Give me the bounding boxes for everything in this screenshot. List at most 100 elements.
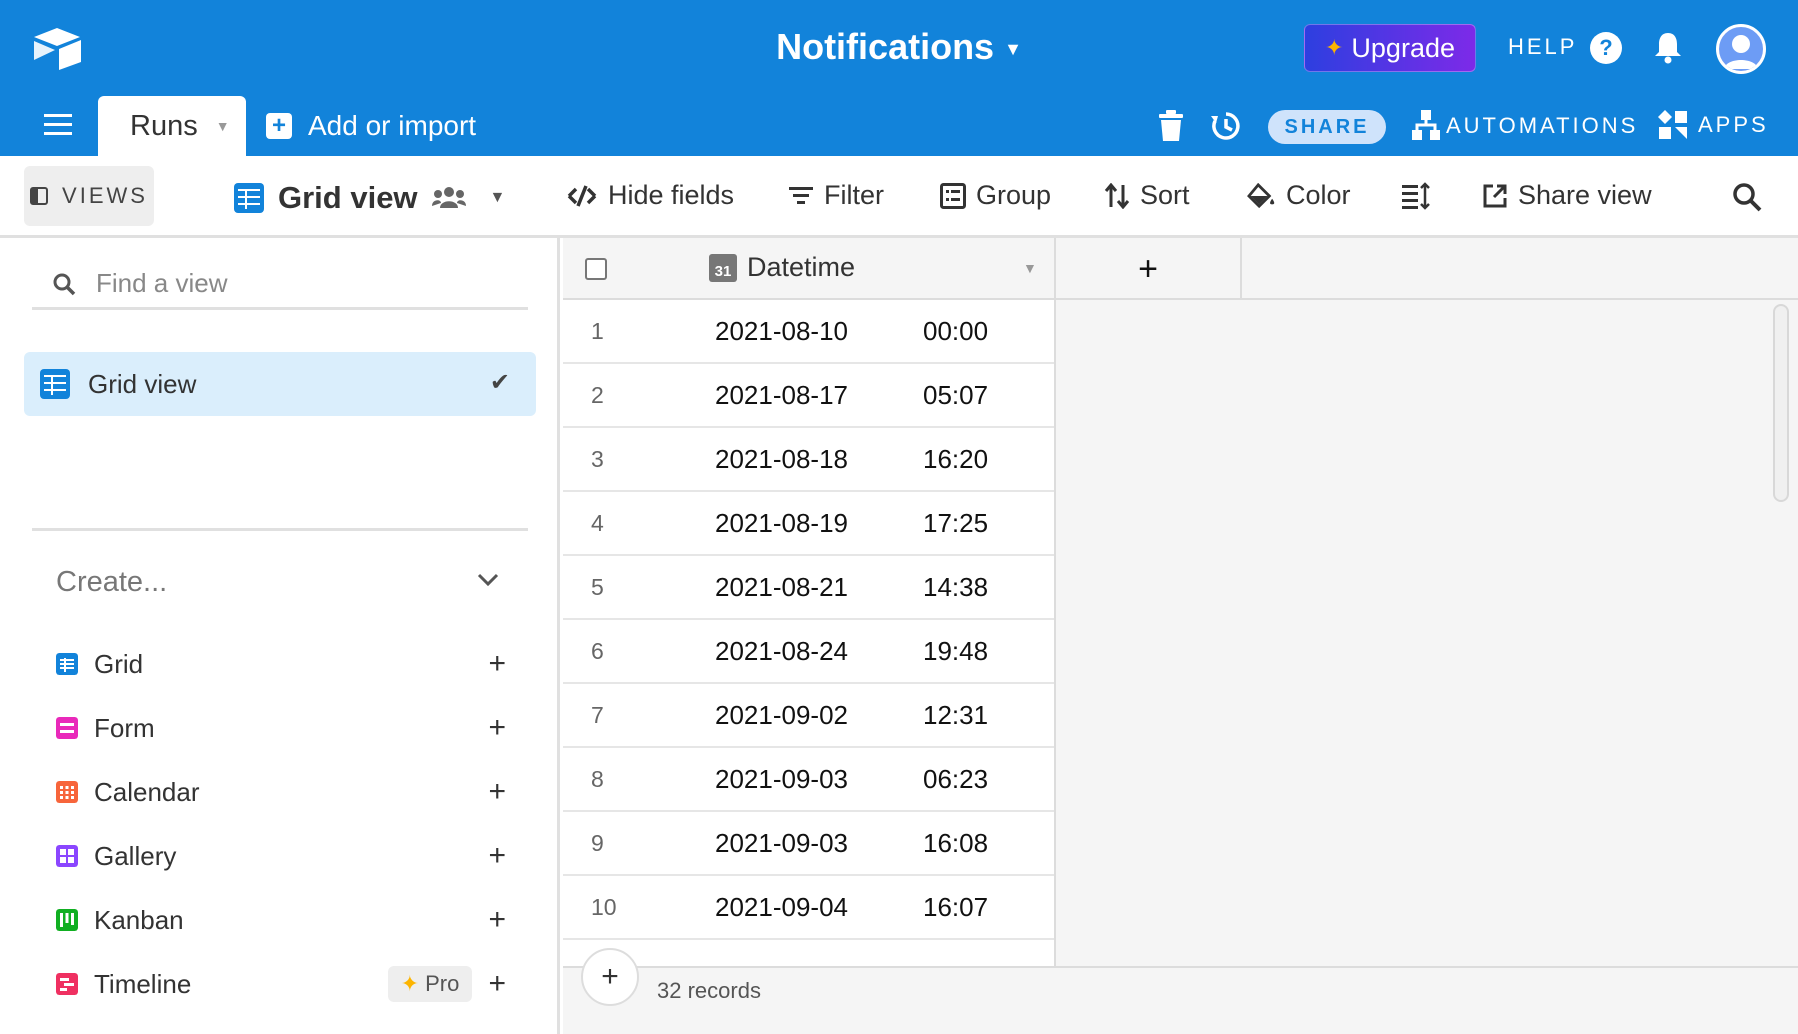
- chevron-down-icon[interactable]: ▼: [216, 118, 230, 134]
- apps-label: APPS: [1698, 112, 1769, 137]
- vertical-scrollbar[interactable]: [1773, 304, 1789, 502]
- hide-fields-label: Hide fields: [608, 180, 735, 210]
- datetime-date-cell: 2021-09-03: [715, 764, 848, 794]
- table-row[interactable]: 7 2021-09-02 12:31: [563, 684, 1054, 748]
- datetime-time-cell: 05:07: [923, 380, 989, 410]
- field-header-datetime[interactable]: 31 Datetime: [709, 252, 855, 283]
- gallery-icon: [56, 845, 78, 867]
- plus-icon[interactable]: +: [488, 903, 506, 937]
- hamburger-menu-icon[interactable]: [44, 114, 72, 136]
- row-number: 7: [591, 702, 604, 728]
- bell-icon[interactable]: [1652, 30, 1684, 64]
- tab-runs[interactable]: Runs ▼: [98, 96, 246, 156]
- share-view-label: Share view: [1518, 180, 1652, 210]
- table-row[interactable]: 6 2021-08-24 19:48: [563, 620, 1054, 684]
- collaborative-view-icon: [431, 187, 466, 208]
- share-view-button[interactable]: Share view: [1482, 180, 1652, 211]
- share-button[interactable]: SHARE: [1268, 110, 1386, 144]
- divider: [32, 528, 528, 531]
- hide-fields-icon: [567, 184, 597, 207]
- plus-icon[interactable]: +: [488, 967, 506, 1001]
- plus-icon[interactable]: +: [488, 775, 506, 809]
- kanban-icon: [56, 909, 78, 931]
- table-row[interactable]: 5 2021-08-21 14:38: [563, 556, 1054, 620]
- create-gallery-view[interactable]: Gallery +: [56, 824, 506, 888]
- row-number: 9: [591, 830, 604, 856]
- calendar-icon: [56, 781, 78, 803]
- find-view-placeholder: Find a view: [96, 268, 228, 298]
- row-number: 2: [591, 382, 604, 408]
- chevron-down-icon[interactable]: [476, 568, 500, 592]
- sort-button[interactable]: Sort: [1104, 180, 1190, 211]
- add-or-import-button[interactable]: + Add or import: [266, 110, 476, 142]
- apps-button[interactable]: APPS: [1658, 110, 1769, 140]
- select-all-checkbox[interactable]: [585, 258, 607, 280]
- row-height-icon[interactable]: [1402, 182, 1430, 210]
- history-icon[interactable]: [1210, 110, 1242, 142]
- color-button[interactable]: Color: [1246, 180, 1351, 211]
- table-row[interactable]: 1 2021-08-10 00:00: [563, 300, 1054, 364]
- table-row[interactable]: 2 2021-08-17 05:07: [563, 364, 1054, 428]
- create-item-label: Form: [94, 712, 155, 743]
- row-number: 6: [591, 638, 604, 664]
- views-sidebar: Find a view Grid view ✔ Create... Grid +…: [0, 238, 560, 1034]
- row-number: 5: [591, 574, 604, 600]
- row-number: 10: [591, 894, 617, 920]
- plus-icon: +: [266, 113, 292, 139]
- datetime-time-cell: 14:38: [923, 572, 989, 602]
- automations-button[interactable]: AUTOMATIONS: [1412, 110, 1638, 142]
- help-button[interactable]: HELP: [1508, 34, 1577, 60]
- form-icon: [56, 717, 78, 739]
- create-grid-view[interactable]: Grid +: [56, 632, 506, 696]
- chevron-down-icon: ▼: [1004, 38, 1022, 59]
- filter-label: Filter: [824, 180, 884, 210]
- chevron-down-icon[interactable]: ▼: [1023, 260, 1037, 276]
- group-icon: [940, 182, 966, 209]
- user-avatar[interactable]: [1716, 24, 1766, 74]
- datetime-time-cell: 12:31: [923, 700, 989, 730]
- upgrade-button[interactable]: ✦ Upgrade: [1304, 24, 1476, 72]
- trash-icon[interactable]: [1158, 110, 1184, 142]
- table-row[interactable]: 9 2021-09-03 16:08: [563, 812, 1054, 876]
- tab-runs-label: Runs: [130, 109, 198, 142]
- add-record-button[interactable]: +: [581, 948, 639, 1006]
- plus-icon[interactable]: +: [488, 711, 506, 745]
- apps-icon: [1658, 110, 1687, 139]
- grid-icon: [56, 653, 78, 675]
- view-name: Grid view: [278, 180, 418, 215]
- add-field-button[interactable]: +: [1056, 238, 1242, 300]
- datetime-date-cell: 2021-08-19: [715, 508, 848, 538]
- hide-fields-button[interactable]: Hide fields: [566, 180, 734, 211]
- create-timeline-view[interactable]: Timeline ✦ Pro +: [56, 952, 506, 1016]
- grid-footer: + 32 records: [563, 948, 1798, 1034]
- table-row[interactable]: 10 2021-09-04 16:07: [563, 876, 1054, 940]
- help-icon[interactable]: ?: [1590, 32, 1622, 64]
- create-kanban-view[interactable]: Kanban +: [56, 888, 506, 952]
- plus-icon[interactable]: +: [488, 647, 506, 681]
- view-switcher[interactable]: Grid view ▼: [234, 180, 505, 216]
- paint-bucket-icon: [1247, 182, 1275, 208]
- datetime-date-cell: 2021-08-17: [715, 380, 848, 410]
- sidebar-item-grid-view[interactable]: Grid view ✔: [24, 352, 536, 416]
- table-row[interactable]: 3 2021-08-18 16:20: [563, 428, 1054, 492]
- plus-icon[interactable]: +: [488, 839, 506, 873]
- filter-button[interactable]: Filter: [788, 180, 884, 211]
- create-calendar-view[interactable]: Calendar +: [56, 760, 506, 824]
- sparkle-icon: ✦: [1324, 35, 1344, 60]
- datetime-time-cell: 16:08: [923, 828, 989, 858]
- table-row[interactable]: 4 2021-08-19 17:25: [563, 492, 1054, 556]
- search-icon[interactable]: [1732, 182, 1762, 212]
- sparkle-icon: ✦: [400, 971, 420, 996]
- top-header: Notifications ▼ ✦ Upgrade HELP ? Runs ▼ +…: [0, 0, 1798, 156]
- datetime-time-cell: 17:25: [923, 508, 989, 538]
- add-or-import-label: Add or import: [308, 110, 477, 141]
- color-label: Color: [1286, 180, 1351, 210]
- table-row[interactable]: 8 2021-09-03 06:23: [563, 748, 1054, 812]
- views-label: VIEWS: [62, 183, 148, 208]
- datetime-time-cell: 19:48: [923, 636, 989, 666]
- create-section-label: Create...: [56, 566, 168, 598]
- views-toggle-button[interactable]: VIEWS: [24, 166, 154, 226]
- find-view-input[interactable]: Find a view: [32, 260, 528, 310]
- group-button[interactable]: Group: [940, 180, 1051, 211]
- create-form-view[interactable]: Form +: [56, 696, 506, 760]
